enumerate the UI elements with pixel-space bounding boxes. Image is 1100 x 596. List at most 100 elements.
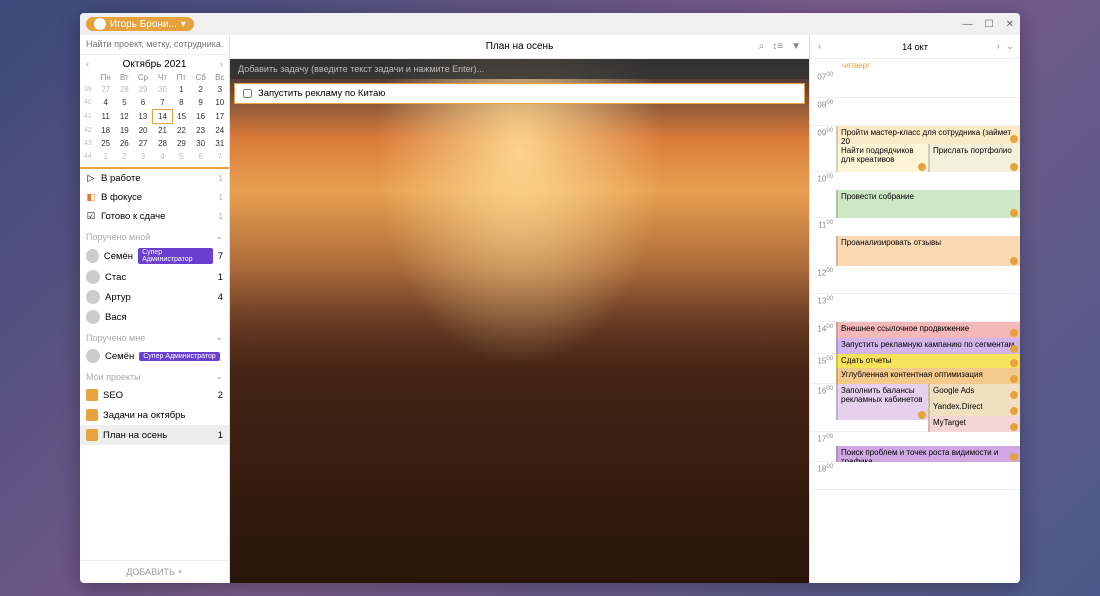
cal-day[interactable]: 16	[191, 110, 211, 124]
cal-day[interactable]: 1	[96, 150, 116, 163]
hour-cell[interactable]: Проанализировать отзывы	[836, 218, 1020, 265]
cal-day[interactable]: 4	[96, 96, 116, 110]
cal-day[interactable]: 7	[153, 96, 172, 110]
hour-cell[interactable]: Сдать отчетыУглубленная контентная оптим…	[836, 354, 1020, 383]
calendar-event[interactable]: Прислать портфолио	[928, 144, 1020, 172]
cal-day[interactable]: 19	[116, 124, 134, 138]
person-row[interactable]: Артур 4	[80, 287, 229, 307]
chevron-down-icon[interactable]: ⌄	[1006, 41, 1014, 52]
cal-day[interactable]: 9	[191, 96, 211, 110]
day-next-icon[interactable]: ›	[997, 41, 1000, 52]
nav-in-work[interactable]: ▷ В работе 1	[80, 169, 229, 188]
cal-day[interactable]: 30	[153, 83, 172, 96]
timeline[interactable]: 0700 0800 0900 Пройти мастер-класс для с…	[810, 70, 1020, 583]
cal-day[interactable]: 1	[172, 83, 190, 96]
cal-day[interactable]: 15	[172, 110, 190, 124]
calendar-event[interactable]: MyTarget	[928, 416, 1020, 432]
project-row[interactable]: Задачи на октябрь	[80, 405, 229, 425]
cal-day[interactable]: 28	[153, 137, 172, 150]
cal-day[interactable]: 14	[153, 110, 172, 124]
cal-day[interactable]: 5	[116, 96, 134, 110]
cal-day[interactable]: 6	[191, 150, 211, 163]
add-task-input[interactable]: Добавить задачу (введите текст задачи и …	[230, 59, 809, 79]
cal-day[interactable]: 17	[211, 110, 229, 124]
cal-day[interactable]: 11	[96, 110, 116, 124]
sort-icon[interactable]: ↕≡	[772, 41, 783, 52]
section-assigned-to-me[interactable]: Поручено мне ⌄	[80, 327, 229, 346]
calendar-event[interactable]: Проанализировать отзывы	[836, 236, 1020, 266]
cal-day[interactable]: 31	[211, 137, 229, 150]
search-input[interactable]	[86, 39, 223, 49]
cal-day[interactable]: 2	[116, 150, 134, 163]
hour-cell[interactable]	[836, 70, 1020, 97]
close-icon[interactable]: ✕	[1006, 19, 1014, 30]
calendar-event[interactable]: Поиск проблем и точек роста видимости и …	[836, 446, 1020, 462]
calendar-event[interactable]: Углубленная контентная оптимизация	[836, 368, 1020, 384]
cal-day[interactable]: 5	[172, 150, 190, 163]
cal-day[interactable]: 10	[211, 96, 229, 110]
calendar-event[interactable]: Запустить рекламную кампанию по сегмента…	[836, 338, 1020, 354]
cal-day[interactable]: 20	[133, 124, 153, 138]
hour-cell[interactable]: Поиск проблем и точек роста видимости и …	[836, 432, 1020, 461]
day-prev-icon[interactable]: ‹	[818, 41, 821, 52]
cal-next-icon[interactable]: ›	[220, 59, 223, 69]
cal-day[interactable]: 3	[211, 83, 229, 96]
cal-day[interactable]: 29	[172, 137, 190, 150]
hour-cell[interactable]	[836, 462, 1020, 489]
cal-day[interactable]: 6	[133, 96, 153, 110]
hour-cell[interactable]: Пройти мастер-класс для сотрудника (займ…	[836, 126, 1020, 171]
nav-ready[interactable]: ☑ Готово к сдаче 1	[80, 207, 229, 226]
cal-day[interactable]: 22	[172, 124, 190, 138]
section-my-projects[interactable]: Мои проекты ⌄	[80, 366, 229, 385]
add-button[interactable]: ДОБАВИТЬ +	[80, 560, 229, 583]
hour-cell[interactable]	[836, 98, 1020, 125]
cal-day[interactable]: 30	[191, 137, 211, 150]
hour-cell[interactable]	[836, 266, 1020, 293]
task-checkbox[interactable]	[243, 89, 252, 98]
section-assigned-by-me[interactable]: Поручено мной ⌄	[80, 226, 229, 245]
cal-day[interactable]: 29	[133, 83, 153, 96]
project-row[interactable]: План на осень 1	[80, 425, 229, 445]
cal-day[interactable]: 28	[116, 83, 134, 96]
person-row[interactable]: Стас 1	[80, 267, 229, 287]
cal-day[interactable]: 21	[153, 124, 172, 138]
task-card[interactable]: Запустить рекламу по Китаю	[234, 83, 805, 104]
cal-day[interactable]: 25	[96, 137, 116, 150]
cal-day[interactable]: 26	[116, 137, 134, 150]
user-chip[interactable]: Игорь Брони... ▾	[86, 17, 194, 31]
hour-cell[interactable]: Заполнить балансы рекламных кабинетовGoo…	[836, 384, 1020, 431]
nav-in-focus[interactable]: ◧ В фокусе 1	[80, 188, 229, 207]
cal-day[interactable]: 27	[133, 137, 153, 150]
project-row[interactable]: SEO 2	[80, 385, 229, 405]
hour-cell[interactable]: Провести собрание	[836, 172, 1020, 217]
cal-day[interactable]: 2	[191, 83, 211, 96]
cal-day[interactable]: 24	[211, 124, 229, 138]
person-row[interactable]: Семён Супер Администратор	[80, 346, 229, 366]
cal-day[interactable]: 8	[172, 96, 190, 110]
cal-day[interactable]: 18	[96, 124, 116, 138]
calendar-event[interactable]: Пройти мастер-класс для сотрудника (займ…	[836, 126, 1020, 144]
calendar-event[interactable]: Найти подрядчиков для креативов	[836, 144, 928, 172]
cal-day[interactable]: 13	[133, 110, 153, 124]
hour-cell[interactable]	[836, 294, 1020, 321]
calendar-event[interactable]: Google Ads	[928, 384, 1020, 400]
cal-day[interactable]: 4	[153, 150, 172, 163]
cal-day[interactable]: 23	[191, 124, 211, 138]
search-icon[interactable]: ⌕	[759, 41, 765, 52]
calendar-event[interactable]: Провести собрание	[836, 190, 1020, 218]
minimize-icon[interactable]: —	[963, 19, 973, 30]
calendar-event[interactable]: Yandex.Direct	[928, 400, 1020, 416]
hour-cell[interactable]: Внешнее ссылочное продвижениеЗапустить р…	[836, 322, 1020, 353]
filter-icon[interactable]: ▼	[791, 41, 801, 52]
calendar-event[interactable]: Сдать отчеты	[836, 354, 1020, 368]
cal-day[interactable]: 3	[133, 150, 153, 163]
maximize-icon[interactable]: ☐	[985, 19, 994, 30]
person-row[interactable]: Вася	[80, 307, 229, 327]
cal-day[interactable]: 27	[96, 83, 116, 96]
cal-day[interactable]: 12	[116, 110, 134, 124]
cal-day[interactable]: 7	[211, 150, 229, 163]
cal-prev-icon[interactable]: ‹	[86, 59, 89, 69]
calendar-event[interactable]: Заполнить балансы рекламных кабинетов	[836, 384, 928, 420]
calendar-event[interactable]: Внешнее ссылочное продвижение	[836, 322, 1020, 338]
person-row[interactable]: Семён Супер Администратор 7	[80, 245, 229, 267]
